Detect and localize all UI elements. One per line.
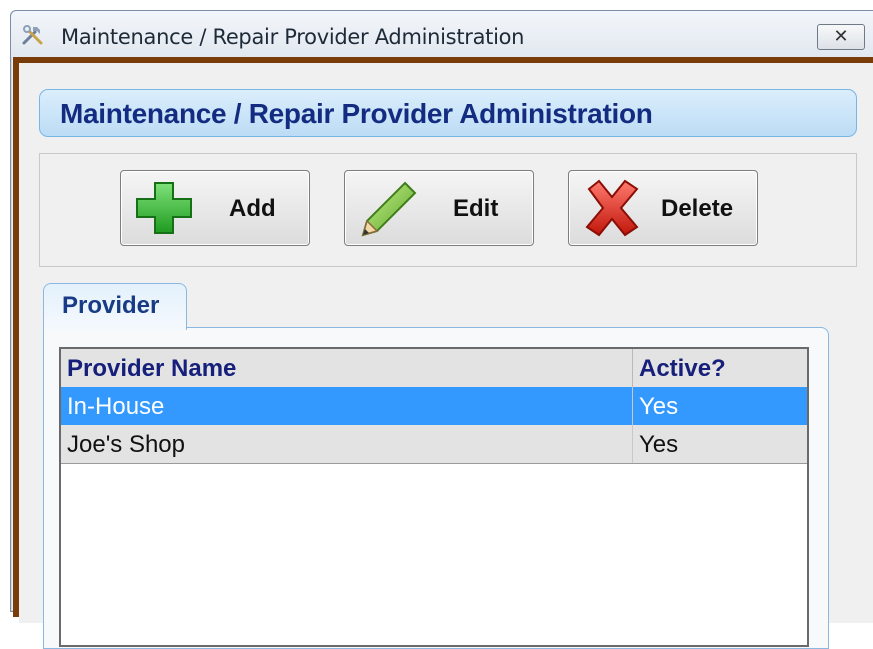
add-button[interactable]: Add (120, 170, 310, 246)
cell-provider-name: In-House (61, 387, 633, 425)
plus-icon (136, 182, 192, 234)
edit-label: Edit (453, 195, 499, 222)
table-row[interactable]: Joe's Shop Yes (61, 425, 807, 464)
edit-button[interactable]: Edit (344, 170, 534, 246)
cell-active: Yes (639, 393, 679, 420)
delete-label: Delete (661, 195, 734, 222)
pencil-icon (361, 181, 417, 237)
add-label: Add (229, 195, 276, 222)
close-button[interactable]: ✕ (817, 24, 865, 50)
application-window: Maintenance / Repair Provider Administra… (10, 10, 873, 649)
grid-header: Provider Name Active? (61, 349, 807, 388)
tab-provider[interactable]: Provider (43, 283, 187, 330)
column-header-provider-name[interactable]: Provider Name (61, 349, 633, 387)
tab-provider-label: Provider (62, 292, 160, 319)
window-frame: Maintenance / Repair Provider Administra… (13, 57, 873, 649)
cell-provider-name: Joe's Shop (61, 425, 633, 463)
cell-active: Yes (639, 431, 679, 458)
toolbar: Add Edit Delete (39, 153, 857, 267)
provider-grid[interactable]: Provider Name Active? In-House Yes Joe's… (59, 347, 809, 647)
x-icon (585, 179, 639, 237)
table-row[interactable]: In-House Yes (61, 387, 807, 425)
page-header: Maintenance / Repair Provider Administra… (39, 89, 857, 137)
page-title: Maintenance / Repair Provider Administra… (60, 98, 653, 129)
window-title: Maintenance / Repair Provider Administra… (61, 25, 525, 49)
column-header-active[interactable]: Active? (633, 349, 807, 387)
content-area: Maintenance / Repair Provider Administra… (19, 63, 873, 649)
tools-icon (22, 25, 43, 45)
delete-button[interactable]: Delete (568, 170, 758, 246)
title-bar[interactable]: Maintenance / Repair Provider Administra… (11, 11, 873, 57)
